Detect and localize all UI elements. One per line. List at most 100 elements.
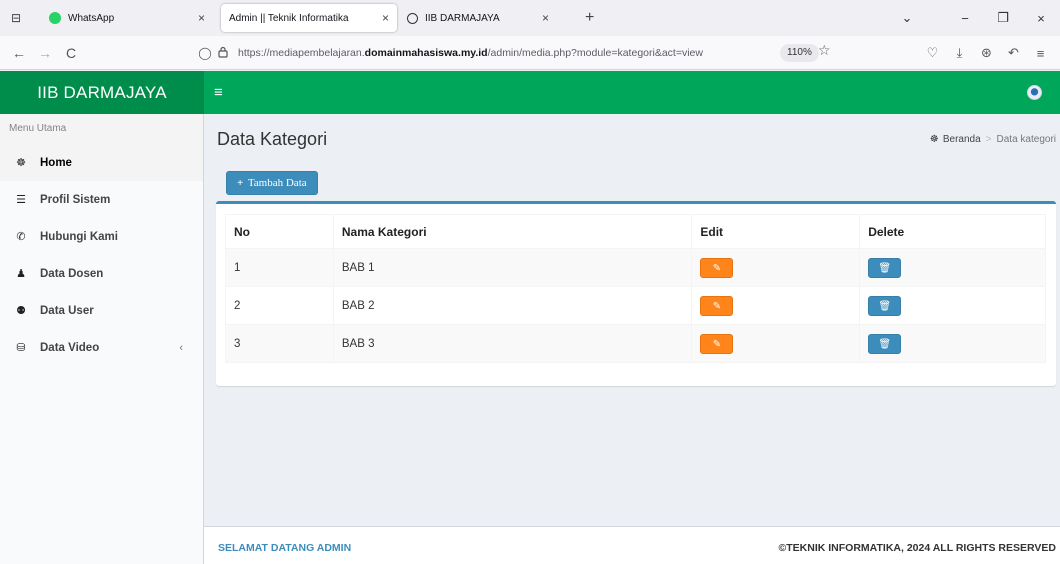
sidebar-item-home[interactable]: ☸ Home [0,144,203,181]
edit-icon: ✎ [712,300,722,312]
tab-title: Admin || Teknik Informatika [229,12,349,24]
toolbar-icons: ♡ ⤓ ⊛ ↶ ≡ [919,36,1054,70]
breadcrumb: ☸ Beranda > Data kategori [930,134,1056,145]
sidebar-item-label: Profil Sistem [40,193,111,206]
dashboard-icon: ☸ [16,157,26,169]
browser-tab-bar: ⊟ WhatsApp × Admin || Teknik Informatika… [0,0,1060,36]
tracking-shield-icon[interactable]: ◯ [196,46,214,60]
row-number: 3 [225,324,334,363]
forward-icon[interactable]: → [32,45,58,61]
bookmark-star-icon[interactable]: ☆ [818,42,831,59]
category-name: BAB 3 [332,324,693,363]
tab-overflow-chevron-icon[interactable]: ⌄ [888,10,926,26]
delete-button[interactable]: 🗑︎ [868,257,902,278]
restore-button[interactable]: ❐ [984,10,1022,26]
delete-button[interactable]: 🗑︎ [868,333,902,354]
sidebar-toggle-icon[interactable]: ≡ [214,84,223,101]
sidebar-item-data-user[interactable]: ⚉ Data User [0,292,203,329]
column-header-name: Nama Kategori [332,214,693,249]
edit-icon: ✎ [712,338,722,350]
browser-nav-bar: ← → C ◯ https://mediapembelajaran.domain… [0,36,1060,70]
delete-button[interactable]: 🗑︎ [868,295,902,316]
sidebar-header: Menu Utama [0,114,203,144]
user-avatar[interactable] [1027,85,1042,100]
extensions-icon[interactable]: ↶ [1000,45,1027,61]
database-icon: ⛁ [16,342,26,354]
zoom-level-badge[interactable]: 110% [780,44,819,62]
account-icon[interactable]: ⊛ [973,45,1000,61]
window-controls: ⌄ − ❐ × [888,0,1060,36]
edit-icon: ✎ [712,262,722,274]
sidebar-item-label: Data User [40,304,94,317]
main-content: Data Kategori ☸ Beranda > Data kategori + T… [204,114,1060,526]
dashboard-icon: ☸ [929,134,939,145]
row-number: 1 [225,248,334,287]
tab-title: IIB DARMAJAYA [425,12,500,24]
plus-icon: + [237,177,244,189]
users-icon: ⚉ [16,305,26,317]
user-icon: ♟ [16,268,26,280]
table-row: 1 BAB 1 ✎ 🗑︎ [225,248,1046,287]
footer: SELAMAT DATANG ADMIN ©TEKNIK INFORMATIKA… [204,526,1060,564]
app-menu-icon[interactable]: ≡ [1027,46,1054,61]
tab-whatsapp[interactable]: WhatsApp × [41,4,213,32]
sidebar-item-label: Hubungi Kami [40,230,118,243]
welcome-text: SELAMAT DATANG ADMIN [218,542,352,554]
globe-favicon-icon [407,12,418,24]
trash-icon: 🗑︎ [878,338,892,350]
app-logo[interactable]: IIB DARMAJAYA [0,71,204,114]
edit-button[interactable]: ✎ [700,333,734,354]
url-bar[interactable]: ◯ https://mediapembelajaran.domainmahasi… [196,40,848,66]
back-icon[interactable]: ← [6,45,32,61]
reload-icon[interactable]: C [58,45,84,61]
breadcrumb-separator: > [985,134,992,145]
close-window-button[interactable]: × [1022,11,1060,26]
chevron-left-icon: ‹ [179,341,183,354]
sidebar-item-label: Home [40,156,72,169]
trash-icon: 🗑︎ [878,300,892,312]
column-header-edit: Edit [691,214,861,249]
category-table: No Nama Kategori Edit Delete 1 BAB 1 ✎ 🗑… [225,214,1046,363]
copyright-text: ©TEKNIK INFORMATIKA, 2024 ALL RIGHTS RES… [778,542,1056,554]
edit-button[interactable]: ✎ [700,257,734,278]
lock-icon[interactable] [214,46,232,61]
category-name: BAB 2 [332,286,693,325]
add-data-label: Tambah Data [247,177,307,189]
edit-button[interactable]: ✎ [700,295,734,316]
sidebar-item-profil-sistem[interactable]: ☰ Profil Sistem [0,181,203,218]
sidebar-item-hubungi-kami[interactable]: ✆ Hubungi Kami [0,218,203,255]
table-row: 3 BAB 3 ✎ 🗑︎ [225,324,1046,363]
app-top-navbar: ≡ [204,71,1060,114]
tab-close-icon[interactable]: × [198,11,205,25]
tab-admin[interactable]: Admin || Teknik Informatika × [221,4,397,32]
column-header-delete: Delete [859,214,1046,249]
add-data-button[interactable]: + Tambah Data [226,171,318,195]
downloads-icon[interactable]: ⤓ [946,45,973,61]
row-number: 2 [225,286,334,325]
minimize-button[interactable]: − [946,11,984,26]
whatsapp-favicon-icon [49,12,61,24]
list-all-tabs-icon[interactable]: ⊟ [5,7,27,29]
tab-close-icon[interactable]: × [542,11,549,25]
sidebar-item-data-dosen[interactable]: ♟ Data Dosen [0,255,203,292]
table-row: 2 BAB 2 ✎ 🗑︎ [225,286,1046,325]
list-icon: ☰ [16,194,26,206]
breadcrumb-current: Data kategori [996,134,1056,145]
column-header-no: No [225,214,334,249]
new-tab-button[interactable]: + [585,9,594,27]
sidebar-item-label: Data Video [40,341,100,354]
sidebar-item-label: Data Dosen [40,267,104,280]
tab-close-icon[interactable]: × [382,11,389,25]
page-title: Data Kategori [217,129,328,149]
table-header-row: No Nama Kategori Edit Delete [225,214,1046,249]
sidebar: Menu Utama ☸ Home ☰ Profil Sistem ✆ Hubu… [0,114,204,564]
phone-icon: ✆ [16,231,26,243]
breadcrumb-home-link[interactable]: Beranda [943,134,981,145]
url-text[interactable]: https://mediapembelajaran.domainmahasisw… [238,47,703,59]
category-table-box: No Nama Kategori Edit Delete 1 BAB 1 ✎ 🗑… [216,201,1056,386]
tab-title: WhatsApp [68,12,115,24]
pocket-icon[interactable]: ♡ [919,45,946,61]
tab-iib-darmajaya[interactable]: IIB DARMAJAYA × [399,4,571,32]
sidebar-item-data-video[interactable]: ⛁ Data Video ‹ [0,329,203,366]
trash-icon: 🗑︎ [878,262,892,274]
